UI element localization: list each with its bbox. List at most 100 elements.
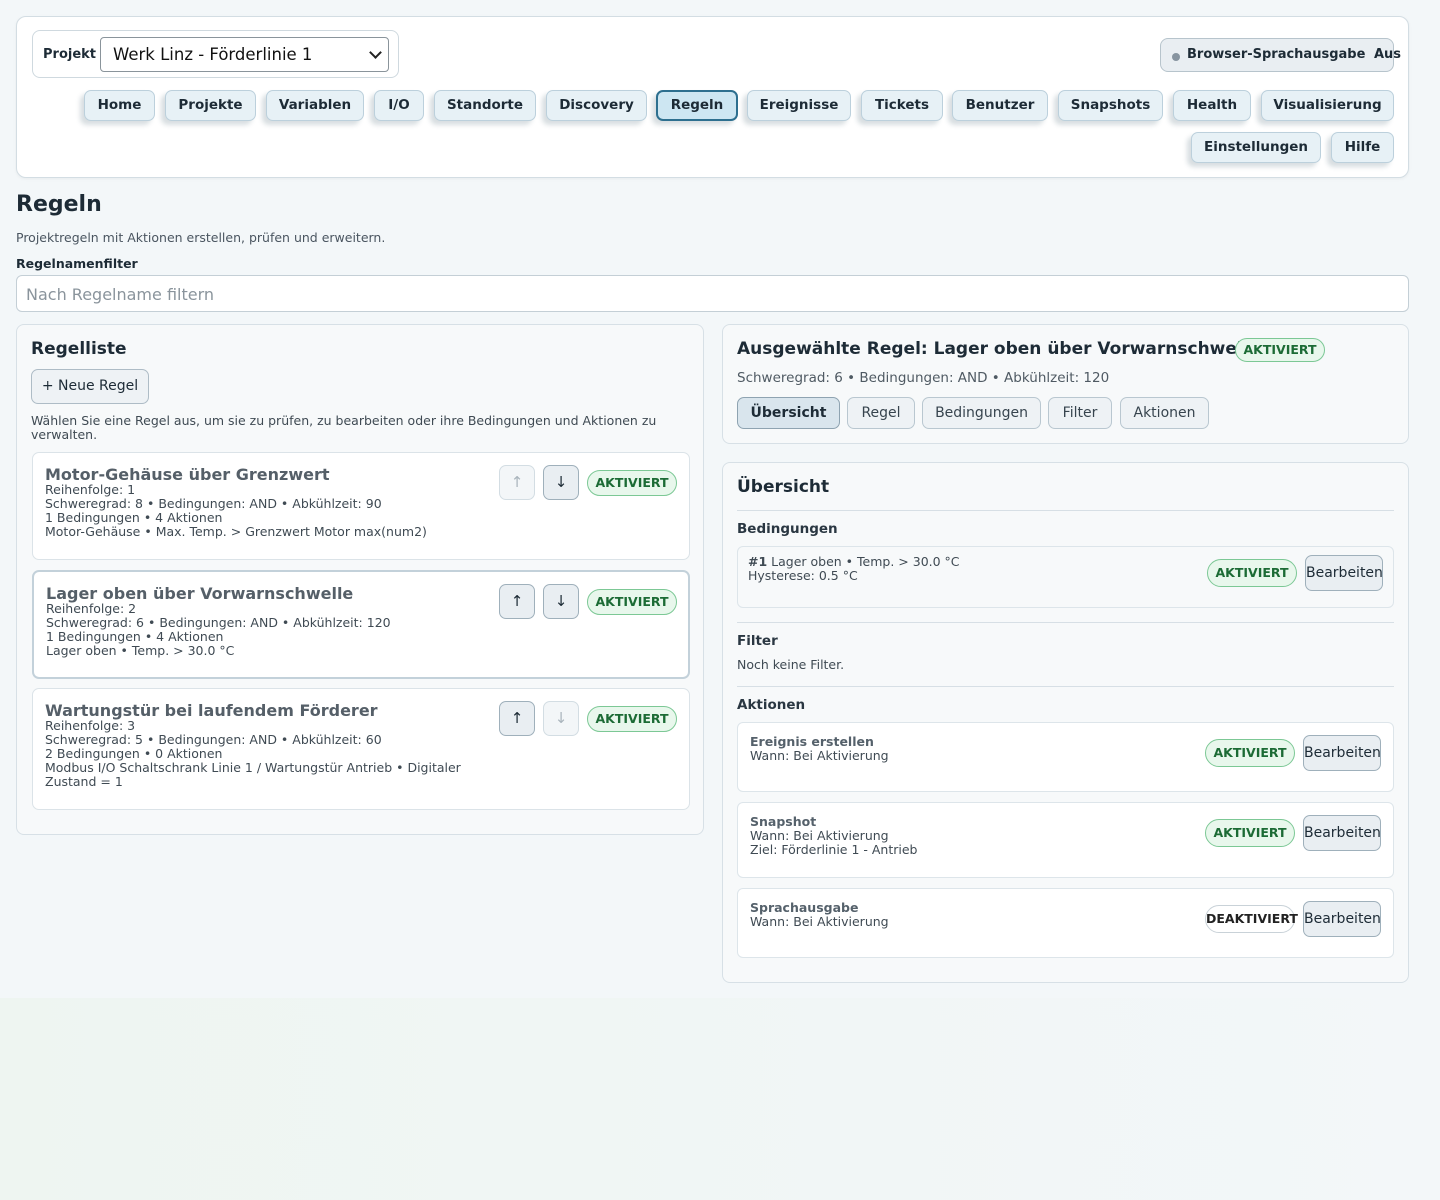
rule-list-hint: Wählen Sie eine Regel aus, um sie zu prü…	[31, 413, 657, 442]
action-card: Snapshot Wann: Bei Aktivierung Ziel: För…	[737, 802, 1394, 878]
tab-uebersicht[interactable]: Übersicht	[737, 397, 840, 429]
app-header: Projekt Werk Linz - Förderlinie 1 Browse…	[16, 16, 1409, 178]
rule-card[interactable]: Wartungstür bei laufendem Förderer Reihe…	[32, 688, 690, 810]
rule-card[interactable]: Motor-Gehäuse über Grenzwert Reihenfolge…	[32, 452, 690, 560]
divider	[737, 510, 1394, 511]
rule-order: Reihenfolge: 3	[45, 718, 136, 733]
nav-hilfe[interactable]: Hilfe	[1331, 132, 1394, 163]
page-title: Regeln	[16, 192, 102, 217]
edit-action-button[interactable]: Bearbeiten	[1303, 815, 1381, 851]
selected-rule-title: Ausgewählte Regel: Lager oben über Vorwa…	[737, 339, 1261, 359]
nav-ereignisse[interactable]: Ereignisse	[747, 90, 851, 121]
nav-snapshots[interactable]: Snapshots	[1058, 90, 1163, 121]
filter-label: Regelnamenfilter	[16, 256, 138, 271]
nav-home[interactable]: Home	[84, 90, 155, 121]
vertical-scrollbar[interactable]	[1425, 0, 1440, 1200]
rule-list-title: Regelliste	[31, 339, 127, 359]
status-badge: AKTIVIERT	[587, 470, 677, 496]
move-up-button[interactable]: ↑	[499, 701, 535, 736]
action-card: Sprachausgabe Wann: Bei Aktivierung DEAK…	[737, 888, 1394, 958]
overview-title: Übersicht	[737, 477, 830, 497]
nav-health[interactable]: Health	[1173, 90, 1251, 121]
rule-name-filter-input[interactable]: Nach Regelname filtern	[16, 275, 1409, 312]
status-badge: DEAKTIVIERT	[1205, 905, 1298, 933]
status-badge: AKTIVIERT	[1207, 559, 1297, 587]
conditions-heading: Bedingungen	[737, 521, 838, 537]
action-name: Ereignis erstellen	[750, 734, 874, 749]
speech-output-label: Browser-Sprachausgabe	[1187, 47, 1366, 62]
action-when: Wann: Bei Aktivierung	[750, 914, 889, 929]
rule-meta: Schweregrad: 5 • Bedingungen: AND • Abkü…	[45, 732, 382, 747]
nav-discovery[interactable]: Discovery	[546, 90, 647, 121]
status-badge: AKTIVIERT	[1205, 739, 1295, 767]
condition-text: #1 Lager oben • Temp. > 30.0 °C	[748, 555, 960, 569]
action-card: Ereignis erstellen Wann: Bei Aktivierung…	[737, 722, 1394, 792]
move-up-button[interactable]: ↑	[499, 465, 535, 500]
nav-io[interactable]: I/O	[374, 90, 424, 121]
tab-bedingungen[interactable]: Bedingungen	[922, 397, 1041, 429]
nav-variablen[interactable]: Variablen	[266, 90, 364, 121]
tab-regel[interactable]: Regel	[847, 397, 915, 429]
rule-condition: Motor-Gehäuse • Max. Temp. > Grenzwert M…	[45, 524, 427, 539]
page-background-bottom	[0, 998, 1425, 1200]
nav-projekte[interactable]: Projekte	[165, 90, 256, 121]
filter-empty-text: Noch keine Filter.	[737, 657, 845, 672]
divider	[737, 686, 1394, 687]
project-label: Projekt	[43, 47, 97, 62]
rule-counts: 1 Bedingungen • 4 Aktionen	[46, 629, 224, 644]
speech-output-state: Aus	[1373, 47, 1401, 62]
condition-card: #1 Lager oben • Temp. > 30.0 °C Hysteres…	[737, 546, 1394, 608]
rule-counts: 1 Bedingungen • 4 Aktionen	[45, 510, 223, 525]
status-dot-icon	[1172, 53, 1180, 61]
move-down-button[interactable]: ↓	[543, 701, 579, 736]
nav-tickets[interactable]: Tickets	[861, 90, 943, 121]
filter-heading: Filter	[737, 633, 778, 649]
edit-condition-button[interactable]: Bearbeiten	[1305, 555, 1383, 591]
actions-heading: Aktionen	[737, 697, 806, 713]
divider	[737, 622, 1394, 623]
edit-action-button[interactable]: Bearbeiten	[1303, 735, 1381, 771]
tab-filter[interactable]: Filter	[1048, 397, 1112, 429]
action-when: Wann: Bei Aktivierung	[750, 748, 889, 763]
condition-number: #1	[748, 554, 768, 569]
action-when: Wann: Bei Aktivierung	[750, 828, 889, 843]
nav-einstellungen[interactable]: Einstellungen	[1191, 132, 1321, 163]
new-rule-button[interactable]: + Neue Regel	[31, 369, 149, 404]
edit-action-button[interactable]: Bearbeiten	[1303, 901, 1381, 937]
rule-condition: Lager oben • Temp. > 30.0 °C	[46, 643, 235, 658]
selected-rule-panel: Ausgewählte Regel: Lager oben über Vorwa…	[722, 324, 1409, 444]
nav-visualisierung[interactable]: Visualisierung	[1261, 90, 1394, 121]
rule-condition: Modbus I/O Schaltschrank Linie 1 / Wartu…	[45, 760, 461, 775]
condition-description: Lager oben • Temp. > 30.0 °C	[771, 554, 960, 569]
move-down-button[interactable]: ↓	[543, 584, 579, 619]
project-select-value: Werk Linz - Förderlinie 1	[113, 45, 313, 64]
action-name: Sprachausgabe	[750, 900, 859, 915]
rule-list-panel: Regelliste + Neue Regel Wählen Sie eine …	[16, 324, 704, 835]
status-badge: AKTIVIERT	[587, 706, 677, 732]
nav-regeln[interactable]: Regeln	[656, 90, 738, 121]
chevron-down-icon	[369, 46, 382, 59]
project-select[interactable]: Werk Linz - Förderlinie 1	[100, 37, 389, 72]
action-target: Ziel: Förderlinie 1 - Antrieb	[750, 842, 918, 857]
overview-panel: Übersicht Bedingungen #1 Lager oben • Te…	[722, 462, 1409, 983]
nav-benutzer[interactable]: Benutzer	[952, 90, 1048, 121]
move-up-button[interactable]: ↑	[499, 584, 535, 619]
project-selector-group: Projekt Werk Linz - Förderlinie 1	[32, 30, 399, 78]
rule-counts: 2 Bedingungen • 0 Aktionen	[45, 746, 223, 761]
condition-hysteresis: Hysterese: 0.5 °C	[748, 568, 858, 583]
nav-standorte[interactable]: Standorte	[434, 90, 536, 121]
rule-order: Reihenfolge: 1	[45, 482, 136, 497]
speech-output-toggle[interactable]: Browser-Sprachausgabe Aus	[1160, 38, 1401, 72]
rule-condition-continued: Zustand = 1	[45, 774, 123, 789]
tab-aktionen[interactable]: Aktionen	[1120, 397, 1209, 429]
action-name: Snapshot	[750, 814, 817, 829]
selected-rule-meta: Schweregrad: 6 • Bedingungen: AND • Abkü…	[737, 370, 1110, 386]
move-down-button[interactable]: ↓	[543, 465, 579, 500]
status-badge: AKTIVIERT	[1235, 338, 1325, 362]
rule-card-selected[interactable]: Lager oben über Vorwarnschwelle Reihenfo…	[32, 570, 690, 679]
status-badge: AKTIVIERT	[1205, 819, 1295, 847]
rule-meta: Schweregrad: 6 • Bedingungen: AND • Abkü…	[46, 615, 391, 630]
status-badge: AKTIVIERT	[587, 589, 677, 615]
rule-meta: Schweregrad: 8 • Bedingungen: AND • Abkü…	[45, 496, 382, 511]
rule-order: Reihenfolge: 2	[46, 601, 137, 616]
